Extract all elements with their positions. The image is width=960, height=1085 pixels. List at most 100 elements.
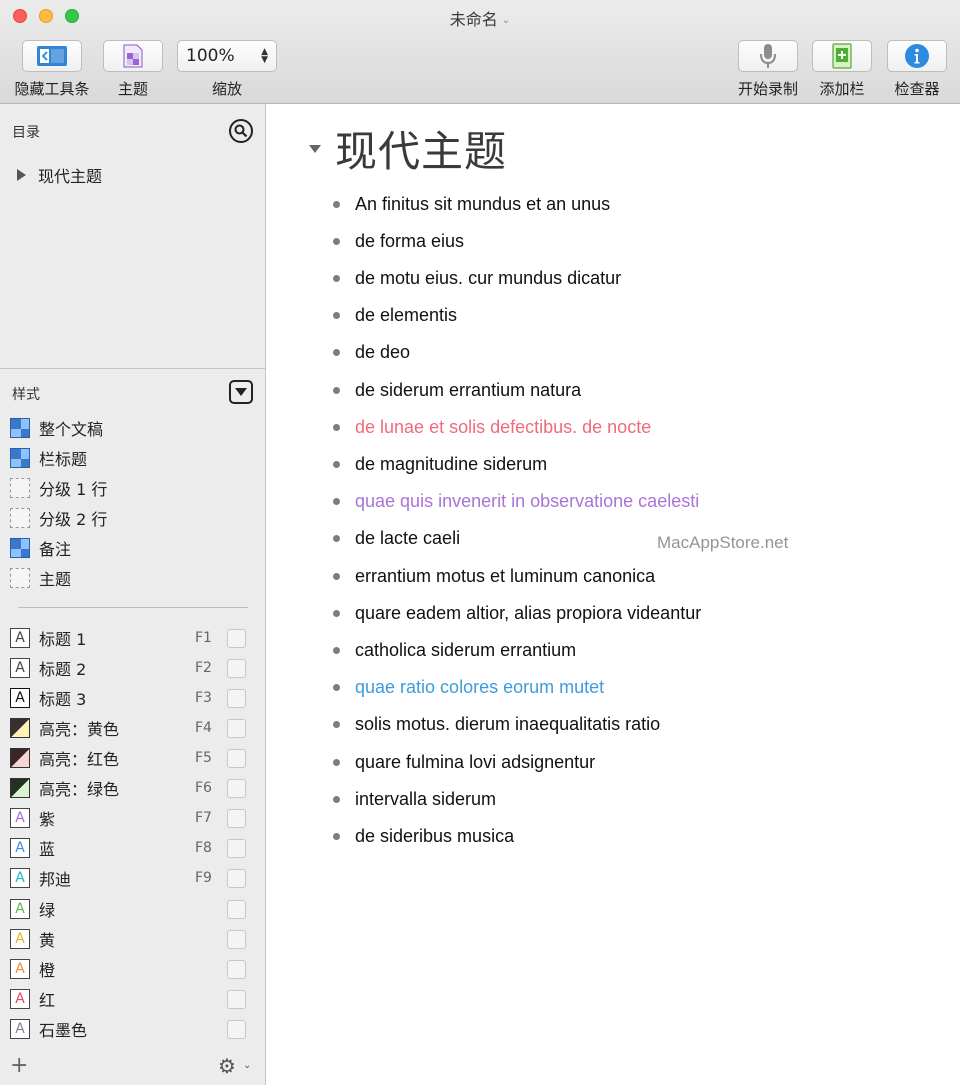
- style-checkbox[interactable]: [227, 718, 246, 738]
- outline-row[interactable]: quare eadem altior, alias propiora videa…: [333, 601, 701, 625]
- outline-row-text[interactable]: de siderum errantium natura: [355, 380, 581, 401]
- style-checkbox[interactable]: [227, 899, 246, 919]
- named-style-highlight-green[interactable]: 高亮：绿色 F6: [10, 777, 250, 799]
- outline-row[interactable]: de motu eius. cur mundus dicatur: [333, 266, 621, 290]
- add-column-button[interactable]: [812, 40, 872, 72]
- outline-row-text[interactable]: de elementis: [355, 305, 457, 326]
- theme-item[interactable]: 主题: [103, 40, 163, 99]
- outline-row-text[interactable]: solis motus. dierum inaequalitatis ratio: [355, 714, 660, 735]
- named-style-graphite[interactable]: A 石墨色: [10, 1018, 250, 1040]
- disclosure-triangle-icon[interactable]: [17, 169, 26, 181]
- theme-button[interactable]: [103, 40, 163, 72]
- add-column-item[interactable]: 添加栏: [812, 40, 872, 99]
- hide-toolbar-button[interactable]: [22, 40, 82, 72]
- outline-row[interactable]: catholica siderum errantium: [333, 638, 576, 662]
- search-button[interactable]: [229, 119, 253, 143]
- style-item-theme[interactable]: 主题: [10, 567, 71, 589]
- named-style-highlight-red[interactable]: 高亮：红色 F5: [10, 747, 250, 769]
- named-style-red[interactable]: A 红: [10, 988, 250, 1010]
- collapse-triangle-icon[interactable]: [309, 144, 321, 153]
- outline-row[interactable]: de elementis: [333, 304, 457, 328]
- outline-row-text[interactable]: intervalla siderum: [355, 789, 496, 810]
- toc-item[interactable]: 现代主题: [17, 163, 102, 187]
- style-item-level-2[interactable]: 分级 2 行: [10, 507, 107, 529]
- outline-row-text[interactable]: de forma eius: [355, 231, 464, 252]
- named-style-heading-3[interactable]: A 标题 3 F3: [10, 687, 250, 709]
- inspector-button[interactable]: [887, 40, 947, 72]
- zoom-select[interactable]: 100% ▲ ▼: [177, 40, 277, 72]
- named-style-orange[interactable]: A 橙: [10, 958, 250, 980]
- outline-row-text[interactable]: quare eadem altior, alias propiora videa…: [355, 603, 701, 624]
- outline-row[interactable]: quae quis invenerit in observatione cael…: [333, 490, 699, 514]
- outline-row[interactable]: quare fulmina lovi adsignentur: [333, 750, 595, 774]
- outline-row-text[interactable]: de sideribus musica: [355, 826, 514, 847]
- style-item-level-1[interactable]: 分级 1 行: [10, 477, 107, 499]
- named-style-heading-2[interactable]: A 标题 2 F2: [10, 657, 250, 679]
- outline-row[interactable]: de magnitudine siderum: [333, 452, 547, 476]
- outline-row-text[interactable]: quae quis invenerit in observatione cael…: [355, 491, 699, 512]
- shortcut-key: F5: [195, 750, 212, 766]
- outline-row[interactable]: de deo: [333, 341, 410, 365]
- outline-row[interactable]: intervalla siderum: [333, 787, 496, 811]
- outline-row-text[interactable]: quare fulmina lovi adsignentur: [355, 752, 595, 773]
- outline-row[interactable]: solis motus. dierum inaequalitatis ratio: [333, 713, 660, 737]
- stepper-icon[interactable]: ▲ ▼: [261, 48, 268, 65]
- named-style-label: 蓝: [39, 840, 56, 859]
- outline-row-text[interactable]: errantium motus et luminum canonica: [355, 566, 655, 587]
- styles-menu-button[interactable]: [229, 380, 253, 404]
- style-checkbox[interactable]: [227, 658, 246, 678]
- outline-row-text[interactable]: catholica siderum errantium: [355, 640, 576, 661]
- named-style-bondi[interactable]: A 邦迪 F9: [10, 867, 250, 889]
- outline-row-text[interactable]: de motu eius. cur mundus dicatur: [355, 268, 621, 289]
- style-checkbox[interactable]: [227, 748, 246, 768]
- outline-row-text[interactable]: quae ratio colores eorum mutet: [355, 677, 604, 698]
- chevron-down-icon: [235, 388, 247, 396]
- sidebar-divider[interactable]: [0, 368, 266, 369]
- named-style-heading-1[interactable]: A 标题 1 F1: [10, 627, 250, 649]
- style-item-notes[interactable]: 备注: [10, 537, 71, 559]
- named-style-green[interactable]: A 绿: [10, 898, 250, 920]
- style-checkbox[interactable]: [227, 808, 246, 828]
- style-checkbox[interactable]: [227, 1019, 246, 1039]
- outline-row[interactable]: de siderum errantium natura: [333, 378, 581, 402]
- named-style-yellow[interactable]: A 黄: [10, 928, 250, 950]
- style-checkbox[interactable]: [227, 778, 246, 798]
- gear-icon[interactable]: ⚙: [218, 1055, 236, 1077]
- style-item-column-title[interactable]: 栏标题: [10, 447, 87, 469]
- hide-toolbar-item[interactable]: 隐藏工具条: [12, 40, 92, 99]
- style-checkbox[interactable]: [227, 929, 246, 949]
- window-title[interactable]: 未命名 ⌄: [0, 6, 960, 30]
- outline-row[interactable]: de lacte caeli: [333, 527, 460, 551]
- style-checkbox[interactable]: [227, 959, 246, 979]
- outline-row[interactable]: An finitus sit mundus et an unus: [333, 192, 610, 216]
- outline-row-text[interactable]: de magnitudine siderum: [355, 454, 547, 475]
- named-style-highlight-yellow[interactable]: 高亮：黄色 F4: [10, 717, 250, 739]
- style-checkbox[interactable]: [227, 868, 246, 888]
- record-item[interactable]: 开始录制: [733, 40, 803, 99]
- add-style-button[interactable]: +: [10, 1054, 28, 1078]
- outline-row[interactable]: de sideribus musica: [333, 824, 514, 848]
- outline-row-text[interactable]: de deo: [355, 342, 410, 363]
- style-checkbox[interactable]: [227, 989, 246, 1009]
- outline-row[interactable]: errantium motus et luminum canonica: [333, 564, 655, 588]
- outline-row[interactable]: de forma eius: [333, 229, 464, 253]
- document-heading[interactable]: 现代主题: [335, 118, 507, 179]
- style-item-document[interactable]: 整个文稿: [10, 417, 103, 439]
- outline-row[interactable]: quae ratio colores eorum mutet: [333, 676, 604, 700]
- style-checkbox[interactable]: [227, 838, 246, 858]
- named-style-purple[interactable]: A 紫 F7: [10, 807, 250, 829]
- named-style-blue[interactable]: A 蓝 F8: [10, 837, 250, 859]
- outline-row-text[interactable]: de lunae et solis defectibus. de nocte: [355, 417, 651, 438]
- shortcut-key: F4: [195, 720, 212, 736]
- outline-row-text[interactable]: de lacte caeli: [355, 528, 460, 549]
- style-checkbox[interactable]: [227, 628, 246, 648]
- outline-row-text[interactable]: An finitus sit mundus et an unus: [355, 194, 610, 215]
- bullet-icon: [333, 423, 340, 431]
- record-button[interactable]: [738, 40, 798, 72]
- outline-row[interactable]: de lunae et solis defectibus. de nocte: [333, 415, 651, 439]
- document-editor[interactable]: 现代主题 An finitus sit mundus et an unus de …: [267, 104, 960, 1085]
- style-checkbox[interactable]: [227, 688, 246, 708]
- document-heading-row[interactable]: 现代主题: [309, 118, 507, 179]
- chevron-down-icon[interactable]: ⌄: [243, 1060, 251, 1071]
- inspector-item[interactable]: 检查器: [887, 40, 947, 99]
